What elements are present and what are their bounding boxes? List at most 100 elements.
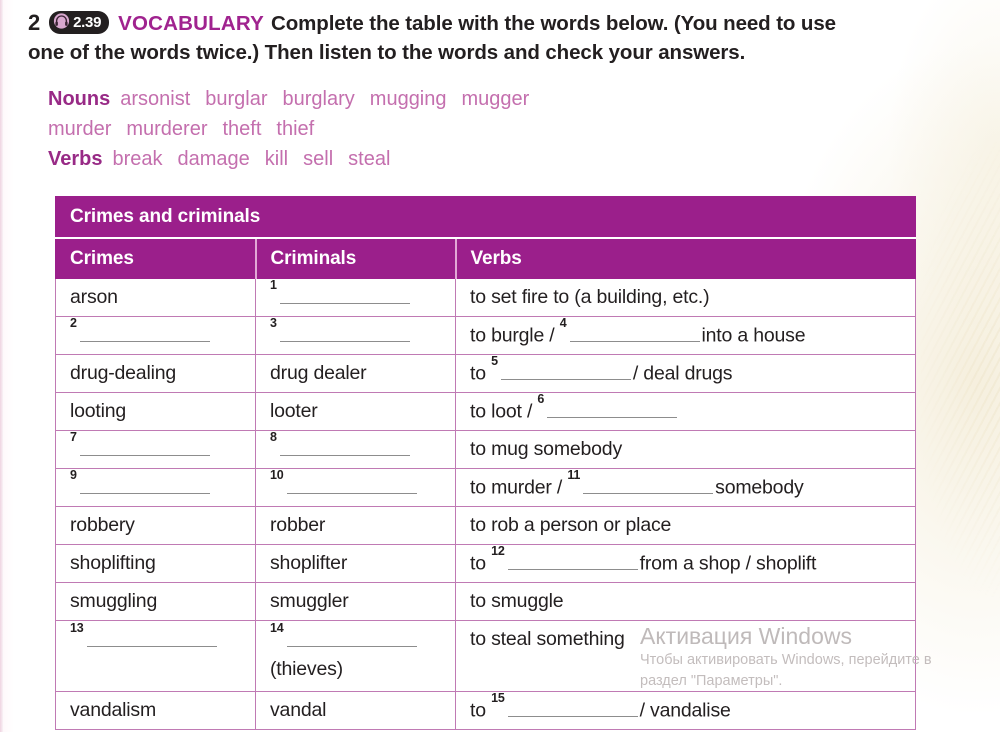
answer-blank[interactable] [500, 363, 631, 380]
verb-prefix: to murder / [470, 476, 563, 499]
criminal-word: smuggler [270, 590, 349, 612]
word-bank-word[interactable]: burglary [283, 88, 355, 110]
word-bank-word[interactable]: burglar [205, 88, 267, 110]
criminal-word: drug dealer [270, 362, 367, 384]
cell-verb: to burgle / 4 into a house [454, 316, 917, 355]
cell-verb: to murder / 11 somebody [454, 468, 917, 507]
instruction-line-1: 2 2.39 VOCABULARY Complete the table with t… [28, 8, 928, 38]
criminal-word: vandal [270, 699, 327, 721]
answer-blank[interactable] [583, 477, 714, 494]
answer-blank[interactable] [507, 553, 638, 570]
audio-track-number: 2.39 [73, 14, 102, 31]
table-row: robbery robber to rob a person or place [55, 506, 917, 545]
word-bank-word[interactable]: kill [265, 148, 288, 170]
cell-verb: to mug somebody [454, 430, 917, 469]
answer-blank[interactable] [79, 477, 210, 494]
word-bank-word[interactable]: arsonist [120, 88, 190, 110]
headphones-icon [53, 8, 70, 37]
cell-crime: shoplifting [55, 544, 256, 583]
blank-number: 14 [270, 621, 284, 635]
word-bank-nouns-row: Nouns arsonist burglar burglary mugging mugge… [48, 84, 928, 114]
word-bank-verbs-row: Verbs break damage kill sell steal [48, 144, 928, 174]
blank-number: 10 [270, 468, 284, 483]
instruction-text-1: Complete the table with the words below.… [271, 12, 836, 35]
verb-suffix: into a house [701, 324, 806, 347]
word-bank: Nouns arsonist burglar burglary mugging mugge… [48, 84, 928, 174]
worksheet-page: 2 2.39 VOCABULARY Complete the table with t… [0, 0, 1000, 732]
blank-number: 3 [270, 316, 277, 331]
verb-prefix: to mug somebody [470, 438, 623, 460]
column-header-crimes: Crimes [55, 237, 256, 279]
word-bank-word[interactable]: break [112, 148, 162, 170]
verb-prefix: to set fire to (a building, etc.) [470, 286, 710, 308]
cell-crime: 13 [55, 620, 256, 692]
blank-number: 8 [270, 430, 277, 445]
word-bank-word[interactable]: mugging [370, 88, 447, 110]
table-body: arson 1 to set fire to (a building, etc.) 2… [55, 278, 917, 730]
cell-crime: 2 [55, 316, 256, 355]
cell-verb: to smuggle [454, 582, 917, 621]
exercise-instruction: 2 2.39 VOCABULARY Complete the table with t… [28, 8, 928, 67]
blank-number: 11 [567, 468, 581, 483]
answer-blank[interactable] [286, 477, 417, 494]
answer-blank[interactable] [279, 287, 410, 304]
table-header-row: Crimes Criminals Verbs [55, 237, 917, 279]
cell-crime: robbery [55, 506, 256, 545]
cell-verb: to steal something [454, 620, 917, 692]
answer-blank[interactable] [86, 630, 217, 647]
vocabulary-label: VOCABULARY [118, 12, 265, 35]
blank-number: 1 [270, 278, 277, 293]
word-bank-word[interactable]: thief [276, 118, 314, 140]
criminal-word: shoplifter [270, 552, 348, 574]
blank-number: 5 [491, 354, 498, 369]
blank-number: 13 [70, 621, 84, 635]
cell-verb: to 12 from a shop / shoplift [454, 544, 917, 583]
verb-prefix: to burgle / [470, 324, 555, 347]
answer-blank[interactable] [569, 325, 700, 342]
word-bank-word[interactable]: sell [303, 148, 333, 170]
word-bank-word[interactable]: mugger [462, 88, 530, 110]
answer-blank[interactable] [286, 630, 417, 647]
word-bank-verbs-label: Verbs [48, 148, 103, 170]
table-row: arson 1 to set fire to (a building, etc.) [55, 278, 917, 317]
answer-blank[interactable] [279, 325, 410, 342]
crime-word: vandalism [70, 699, 156, 721]
table-row: smuggling smuggler to smuggle [55, 582, 917, 621]
verb-suffix: from a shop / shoplift [639, 552, 817, 575]
cell-criminal: drug dealer [255, 354, 456, 393]
answer-blank[interactable] [79, 439, 210, 456]
criminal-plural-note: (thieves) [270, 657, 343, 680]
crime-word: arson [70, 286, 118, 308]
audio-track-badge[interactable]: 2.39 [49, 8, 110, 37]
cell-verb: to 5 / deal drugs [454, 354, 917, 393]
criminal-word: robber [270, 514, 326, 536]
instruction-line-2: one of the words twice.) Then listen to … [28, 41, 746, 64]
cell-criminal: robber [255, 506, 456, 545]
cell-verb: to loot / 6 [454, 392, 917, 431]
blank-number: 9 [70, 468, 77, 483]
crime-word: robbery [70, 514, 135, 536]
cell-criminal: shoplifter [255, 544, 456, 583]
word-bank-nouns-row-2: murder murderer theft thief [48, 114, 928, 144]
word-bank-word[interactable]: theft [223, 118, 262, 140]
cell-crime: drug-dealing [55, 354, 256, 393]
word-bank-word[interactable]: steal [348, 148, 390, 170]
table-row: 2 3 to burgle / 4 into a house [55, 316, 917, 355]
answer-blank[interactable] [507, 700, 638, 717]
word-bank-word[interactable]: murderer [126, 118, 207, 140]
table-row: vandalism vandal to 15 / vandalise [55, 691, 917, 730]
exercise-number: 2 [28, 10, 41, 35]
answer-blank[interactable] [79, 325, 210, 342]
table-title: Crimes and criminals [54, 196, 917, 239]
table-row: shoplifting shoplifter to 12 from a shop / … [55, 544, 917, 583]
crime-word: looting [70, 400, 127, 422]
verb-prefix: to rob a person or place [470, 514, 672, 536]
answer-blank[interactable] [547, 401, 678, 418]
cell-crime: looting [55, 392, 256, 431]
cell-verb: to set fire to (a building, etc.) [454, 278, 917, 317]
column-header-criminals: Criminals [254, 237, 456, 279]
word-bank-word[interactable]: murder [48, 118, 111, 140]
word-bank-word[interactable]: damage [178, 148, 250, 170]
answer-blank[interactable] [279, 439, 410, 456]
crime-word: shoplifting [70, 552, 156, 574]
